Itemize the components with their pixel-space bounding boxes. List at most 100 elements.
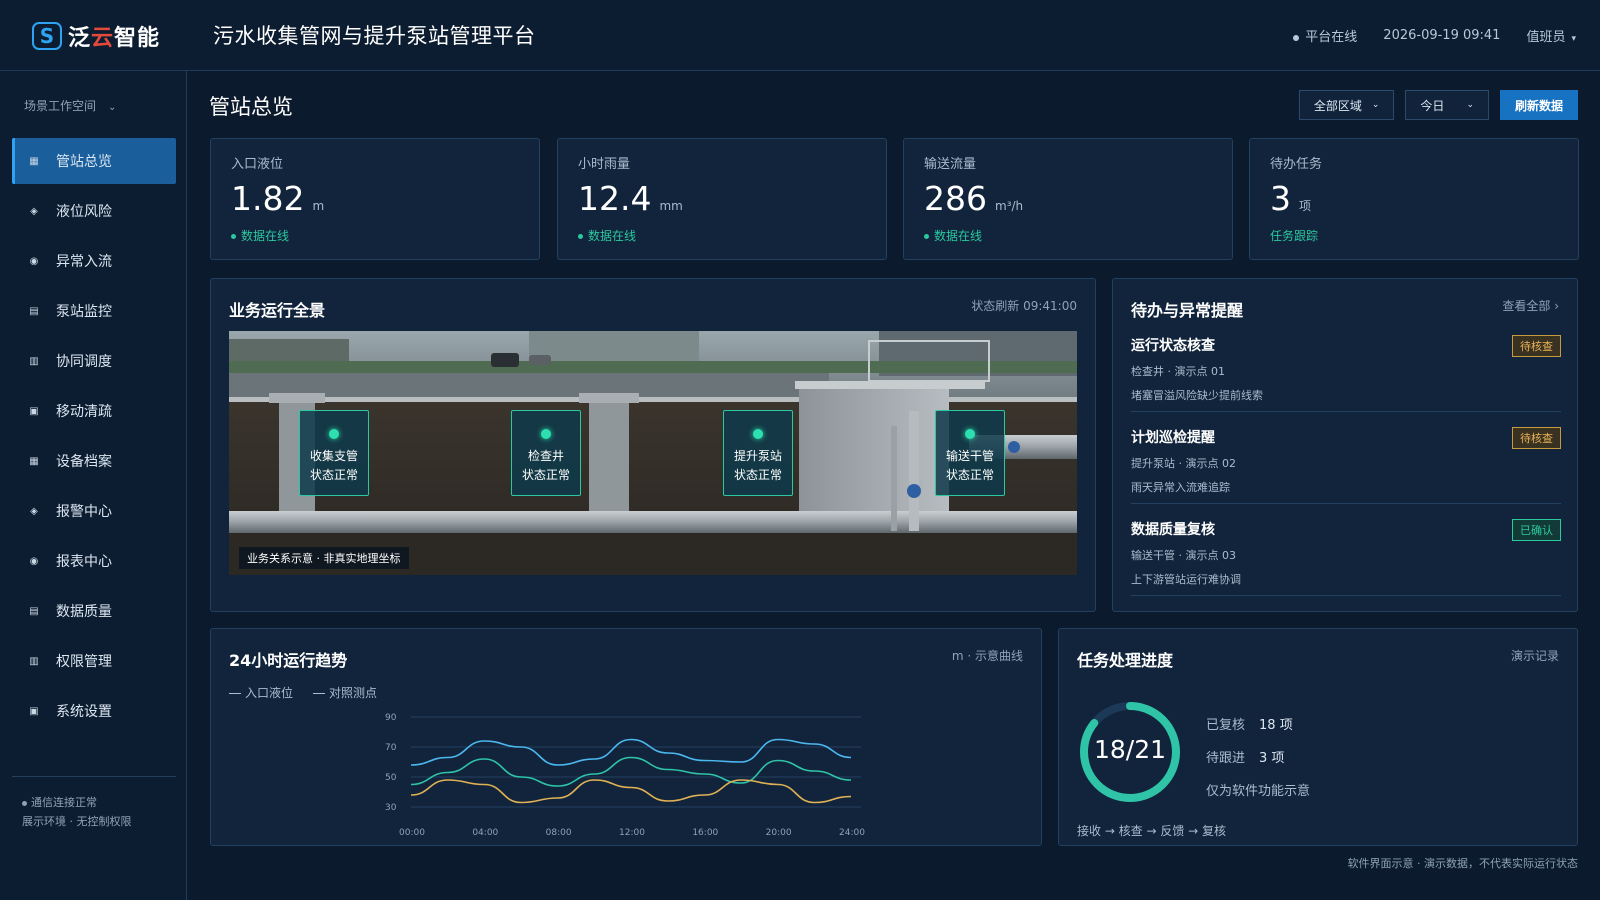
caret-down-icon: ▾ <box>1571 34 1576 44</box>
sidebar-item-label: 异常入流 <box>56 254 112 270</box>
x-tick-label: 08:00 <box>546 828 572 838</box>
kpi-label: 待办任务 <box>1270 157 1323 172</box>
period-select[interactable]: 今日 ⌄ <box>1405 90 1489 120</box>
sidebar-item-6[interactable]: ▦ 设备档案 <box>12 438 176 484</box>
workflow-steps: 接收 → 核查 → 反馈 → 复核 <box>1077 824 1227 838</box>
status-badge: 已确认 <box>1512 519 1561 541</box>
kpi-label: 入口液位 <box>231 157 284 172</box>
scene-node[interactable]: 输送干管 状态正常 <box>935 410 1005 496</box>
chevron-down-icon: ⌄ <box>1466 100 1474 110</box>
sidebar-item-label: 报表中心 <box>56 554 112 570</box>
view-all-link[interactable]: 查看全部 › <box>1502 297 1559 314</box>
alert-divider <box>1131 503 1561 504</box>
x-tick-label: 04:00 <box>472 828 498 838</box>
status-pin-icon <box>753 429 763 439</box>
x-tick-label: 24:00 <box>839 828 865 838</box>
series-line-1 <box>410 756 852 787</box>
kpi-unit: m <box>312 199 325 213</box>
x-tick-label: 00:00 <box>399 828 425 838</box>
scene-node[interactable]: 收集支管 状态正常 <box>299 410 369 496</box>
node-name: 输送干管 <box>945 449 994 463</box>
sidebar-item-label: 设备档案 <box>56 454 112 470</box>
kpi-card[interactable]: 待办任务 3项 任务跟踪 <box>1249 138 1579 260</box>
brand-logo[interactable]: S 泛云智能 <box>32 18 160 54</box>
sidebar-item-label: 报警中心 <box>56 504 112 520</box>
overview-title: 业务运行全景 <box>229 301 326 320</box>
sidebar-item-4[interactable]: ▥ 协同调度 <box>12 338 176 384</box>
node-name: 检查井 <box>527 449 564 463</box>
kpi-card[interactable]: 入口液位 1.82 m 数据在线 <box>210 138 540 260</box>
sidebar-divider <box>12 776 176 777</box>
node-name: 收集支管 <box>309 449 358 463</box>
kpi-status: 任务跟踪 <box>1270 229 1319 243</box>
top-bar: S 泛云智能 污水收集管网与提升泵站管理平台 平台在线 2026-09-19 0… <box>0 0 1600 71</box>
sidebar-item-3[interactable]: ▤ 泵站监控 <box>12 288 176 334</box>
logo-mark-icon: S <box>32 22 62 50</box>
sidebar-item-11[interactable]: ▣ 系统设置 <box>12 688 176 734</box>
kpi-status: 数据在线 <box>578 227 636 244</box>
y-tick-label: 70 <box>385 743 397 753</box>
table-icon: ▥ <box>29 655 39 667</box>
progress-ring: 18/21 <box>1077 699 1183 805</box>
kpi-card[interactable]: 小时雨量 12.4 mm 数据在线 <box>557 138 887 260</box>
sidebar-item-label: 管站总览 <box>56 154 112 170</box>
ring-value: 18/21 <box>1093 735 1167 764</box>
kpi-label: 小时雨量 <box>578 157 631 172</box>
sidebar-item-10[interactable]: ▥ 权限管理 <box>12 638 176 684</box>
connection-dot-icon <box>22 800 27 806</box>
kpi-status: 数据在线 <box>924 227 982 244</box>
user-menu[interactable]: 值班员 ▾ <box>1526 26 1576 45</box>
kpi-unit: mm <box>659 199 683 213</box>
sidebar-item-label: 液位风险 <box>56 204 112 220</box>
sidebar-item-label: 数据质量 <box>56 604 112 620</box>
kpi-value: 12.4 mm <box>578 179 683 218</box>
progress-meta: 演示记录 <box>1510 649 1559 663</box>
node-name: 提升泵站 <box>733 449 782 463</box>
node-state: 状态正常 <box>945 468 994 482</box>
sidebar-item-label: 泵站监控 <box>56 304 112 320</box>
status-pin-icon <box>329 429 339 439</box>
alert-item[interactable]: 运行状态核查 检查井 · 演示点 01 堵塞冒溢风险缺少提前线索 待核查 <box>1131 335 1561 403</box>
progress-row-pending: 待跟进 3 项 <box>1206 751 1285 766</box>
alert-title: 计划巡检提醒 <box>1131 430 1215 446</box>
list-icon: ▤ <box>29 605 39 617</box>
connection-status: 通信连接正常 <box>31 796 97 809</box>
sidebar-footer: 通信连接正常 展示环境 · 无控制权限 <box>22 793 132 831</box>
page-title: 管站总览 <box>209 95 293 119</box>
alert-item[interactable]: 计划巡检提醒 提升泵站 · 演示点 02 雨天异常入流难追踪 待核查 <box>1131 427 1561 495</box>
sidebar-item-8[interactable]: ◉ 报表中心 <box>12 538 176 584</box>
workspace-selector[interactable]: 场景工作空间 ⌄ <box>24 97 116 114</box>
trend-panel: 24小时运行趋势 m · 示意曲线 入口液位 对照测点 90 70 50 30 00:00… <box>210 628 1042 846</box>
alert-description: 雨天异常入流难追踪 <box>1131 481 1230 494</box>
y-tick-label: 30 <box>385 803 397 813</box>
scene-node[interactable]: 提升泵站 状态正常 <box>723 410 793 496</box>
status-dot-icon <box>924 234 929 239</box>
trend-chart: 90 70 50 30 00:00 04:00 08:00 12:00 16:00 20:00 24… <box>385 713 865 838</box>
kpi-card[interactable]: 输送流量 286 m³/h 数据在线 <box>903 138 1233 260</box>
alert-location: 检查井 · 演示点 01 <box>1131 365 1225 378</box>
sidebar: 场景工作空间 ⌄ ▦ 管站总览 ◈ 液位风险 ◉ 异常入流 ▤ 泵站监控 ▥ 协同调度 ▣ 移动清疏 ▦ 设… <box>0 71 187 900</box>
status-dot-icon <box>231 234 236 239</box>
square-icon: ▣ <box>29 405 39 417</box>
refresh-button[interactable]: 刷新数据 <box>1499 90 1578 120</box>
alert-divider <box>1131 595 1561 596</box>
sidebar-item-2[interactable]: ◉ 异常入流 <box>12 238 176 284</box>
scene-node[interactable]: 检查井 状态正常 <box>511 410 581 496</box>
footer-disclaimer: 软件界面示意 · 演示数据，不代表实际运行状态 <box>1347 857 1579 870</box>
x-tick-label: 20:00 <box>766 828 792 838</box>
status-badge: 待核查 <box>1512 427 1561 449</box>
sidebar-item-1[interactable]: ◈ 液位风险 <box>12 188 176 234</box>
kpi-unit: 项 <box>1299 199 1312 213</box>
sidebar-item-9[interactable]: ▤ 数据质量 <box>12 588 176 634</box>
platform-status: 平台在线 <box>1293 26 1357 45</box>
pipeline-scene: 收集支管 状态正常 检查井 状态正常 提升泵站 状态正常 输送干管 状态正常 业… <box>229 331 1077 575</box>
kpi-label: 输送流量 <box>924 157 977 172</box>
sidebar-item-0[interactable]: ▦ 管站总览 <box>12 138 176 184</box>
app-title: 污水收集管网与提升泵站管理平台 <box>213 24 536 48</box>
region-select[interactable]: 全部区域 ⌄ <box>1298 90 1395 120</box>
alert-description: 上下游管站运行难协调 <box>1131 573 1241 586</box>
alert-item[interactable]: 数据质量复核 输送干管 · 演示点 03 上下游管站运行难协调 已确认 <box>1131 519 1561 587</box>
sidebar-item-7[interactable]: ◈ 报警中心 <box>12 488 176 534</box>
sidebar-item-5[interactable]: ▣ 移动清疏 <box>12 388 176 434</box>
environment-note: 展示环境 · 无控制权限 <box>22 815 132 828</box>
